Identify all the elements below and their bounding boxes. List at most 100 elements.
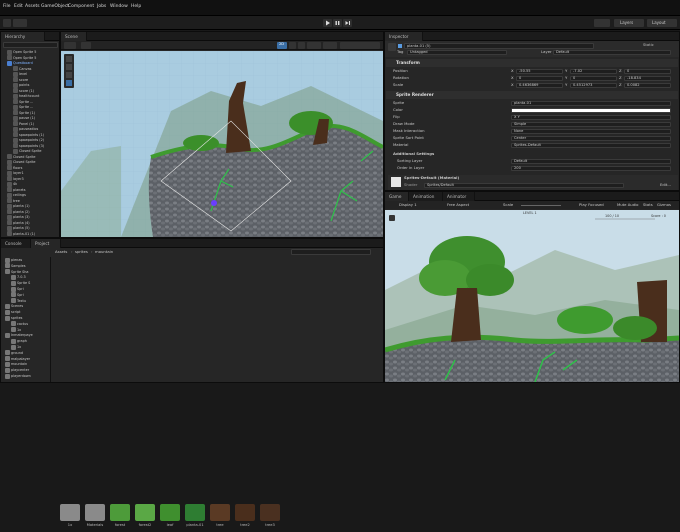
tab-animation[interactable]: Animation bbox=[409, 192, 443, 201]
sprite-renderer-header[interactable]: Sprite Renderer bbox=[386, 91, 678, 99]
sprite-renderer-row-value[interactable]: X Y bbox=[511, 114, 671, 120]
hud-health: 100 / 10 bbox=[605, 214, 620, 218]
game-viewport[interactable]: LEVEL 1 100 / 10 Score : 0 bbox=[385, 210, 679, 382]
play-button[interactable] bbox=[323, 19, 332, 27]
stats-toggle[interactable]: Stats bbox=[643, 202, 653, 208]
menu-assets[interactable]: Assets bbox=[25, 4, 40, 9]
layers-dropdown[interactable]: Layers bbox=[614, 19, 644, 27]
menu-window[interactable]: Window bbox=[110, 4, 128, 9]
breadcrumb-assets[interactable]: Assets bbox=[55, 249, 67, 255]
hierarchy-item-label: Closed Sprite bbox=[19, 149, 42, 153]
sprite-renderer-row-value[interactable]: planta-01 bbox=[511, 100, 671, 106]
rect-tool-icon[interactable] bbox=[66, 80, 72, 86]
rotation-z-field[interactable]: -18.834 bbox=[624, 75, 671, 81]
cloud-icon[interactable] bbox=[13, 19, 27, 27]
tab-game[interactable]: Game bbox=[385, 192, 409, 201]
object-name-field[interactable]: planta-01 (5) bbox=[404, 43, 594, 49]
lighting-icon[interactable] bbox=[289, 42, 296, 49]
tag-label: Tag bbox=[397, 49, 404, 54]
asset-item[interactable]: tree2 bbox=[234, 504, 256, 532]
hand-tool-icon[interactable] bbox=[66, 56, 72, 62]
sprite-renderer-row-label: Sprite bbox=[393, 100, 405, 105]
asset-item[interactable]: forest bbox=[109, 504, 131, 532]
menu-component[interactable]: Component bbox=[68, 4, 94, 9]
mute-audio-toggle[interactable]: Mute Audio bbox=[617, 202, 639, 208]
sprite-renderer-row-value[interactable]: Simple bbox=[511, 121, 671, 127]
audio-icon[interactable] bbox=[298, 42, 305, 49]
tab-scene[interactable]: Scene bbox=[61, 32, 87, 41]
asset-item[interactable]: planta-01 bbox=[184, 504, 206, 532]
move-tool-icon[interactable] bbox=[66, 64, 72, 70]
breadcrumb-mountain[interactable]: mountain bbox=[95, 249, 113, 255]
scale-z-field[interactable]: 0.0082 bbox=[624, 82, 671, 88]
sprite-renderer-row-value[interactable] bbox=[511, 107, 671, 113]
scale-y-field[interactable]: 0.4512973 bbox=[570, 82, 617, 88]
tab-console[interactable]: Console bbox=[1, 239, 31, 248]
step-button[interactable] bbox=[343, 19, 352, 27]
project-folder-item[interactable]: playerdown bbox=[5, 373, 31, 379]
asset-label: forest bbox=[114, 523, 126, 527]
order-in-layer-field[interactable]: 200 bbox=[511, 166, 671, 171]
scene-viewport[interactable] bbox=[61, 51, 383, 237]
asset-item[interactable]: Materials bbox=[84, 504, 106, 532]
sprite-renderer-row-value[interactable]: Center bbox=[511, 135, 671, 141]
scale-slider[interactable] bbox=[521, 205, 561, 206]
tab-inspector[interactable]: Inspector bbox=[385, 32, 423, 41]
breadcrumb-sprites[interactable]: sprites bbox=[75, 249, 88, 255]
effects-icon[interactable] bbox=[307, 42, 321, 49]
pivot-handle[interactable] bbox=[211, 200, 217, 206]
position-y-field[interactable]: -7.02 bbox=[570, 68, 617, 74]
menu-help[interactable]: Help bbox=[131, 4, 141, 9]
scale-z-axis-label: Z bbox=[619, 82, 622, 87]
project-folder-label: playcenter bbox=[11, 368, 30, 373]
game-pause-icon[interactable] bbox=[389, 215, 395, 221]
transform-header[interactable]: Transform bbox=[386, 59, 678, 67]
project-search-input[interactable] bbox=[291, 249, 371, 255]
tab-animator[interactable]: Animator bbox=[443, 192, 475, 201]
asset-item[interactable]: forest2 bbox=[134, 504, 156, 532]
pivot-toggle[interactable] bbox=[81, 42, 91, 49]
sorting-layer-dropdown[interactable]: Default bbox=[511, 159, 671, 164]
visibility-icon[interactable] bbox=[323, 42, 337, 49]
hierarchy-item[interactable]: planta-01 (1) bbox=[7, 231, 35, 237]
layer-dropdown[interactable]: Default bbox=[553, 50, 671, 55]
tag-dropdown[interactable]: Untagged bbox=[407, 50, 507, 55]
sprite-renderer-row-value[interactable]: None bbox=[511, 128, 671, 134]
layout-dropdown[interactable]: Layout bbox=[647, 19, 677, 27]
position-z-field[interactable]: 0 bbox=[624, 68, 671, 74]
menu-jobs[interactable]: Jobs bbox=[97, 4, 106, 9]
pause-button[interactable] bbox=[333, 19, 342, 27]
menu-file[interactable]: File bbox=[3, 4, 11, 9]
asset-item[interactable]: leaf bbox=[159, 504, 181, 532]
aspect-dropdown[interactable]: Free Aspect bbox=[447, 202, 469, 208]
account-icon[interactable] bbox=[3, 19, 11, 27]
static-label[interactable]: Static bbox=[643, 42, 654, 48]
menu-gameobject[interactable]: GameObject bbox=[41, 4, 69, 9]
sprite-renderer-row-value[interactable]: Sprites-Default bbox=[511, 142, 671, 148]
tab-project[interactable]: Project bbox=[31, 239, 61, 248]
transform-tool-icon[interactable] bbox=[64, 42, 76, 49]
rotation-y-field[interactable]: 0 bbox=[570, 75, 617, 81]
rotation-x-field[interactable]: 0 bbox=[516, 75, 563, 81]
display-dropdown[interactable]: Display 1 bbox=[399, 202, 417, 208]
gizmos-toggle[interactable]: Gizmos bbox=[657, 202, 671, 208]
additional-settings-label[interactable]: Additional Settings bbox=[393, 151, 434, 157]
gizmos-dropdown[interactable] bbox=[340, 42, 380, 49]
menu-edit[interactable]: Edit bbox=[14, 4, 23, 9]
asset-item[interactable]: 1x bbox=[59, 504, 81, 532]
asset-item[interactable]: tree3 bbox=[259, 504, 281, 532]
position-x-field[interactable]: -50.55 bbox=[516, 68, 563, 74]
play-mode-dropdown[interactable]: Play Focused bbox=[579, 202, 604, 208]
rotate-tool-icon[interactable] bbox=[66, 72, 72, 78]
asset-item[interactable]: tree bbox=[209, 504, 231, 532]
search-icon[interactable] bbox=[594, 19, 610, 27]
scale-x-field[interactable]: 0.4636869 bbox=[516, 82, 563, 88]
shader-dropdown[interactable]: Sprites/Default bbox=[424, 183, 624, 188]
asset-label: tree3 bbox=[265, 523, 275, 527]
tab-hierarchy[interactable]: Hierarchy bbox=[1, 32, 45, 41]
edit-shader-button[interactable]: Edit... bbox=[660, 182, 671, 188]
mode-2d-button[interactable]: 2D bbox=[277, 42, 287, 49]
hierarchy-search-input[interactable] bbox=[3, 42, 58, 48]
asset-label: tree2 bbox=[240, 523, 250, 527]
active-checkbox[interactable] bbox=[398, 44, 402, 48]
